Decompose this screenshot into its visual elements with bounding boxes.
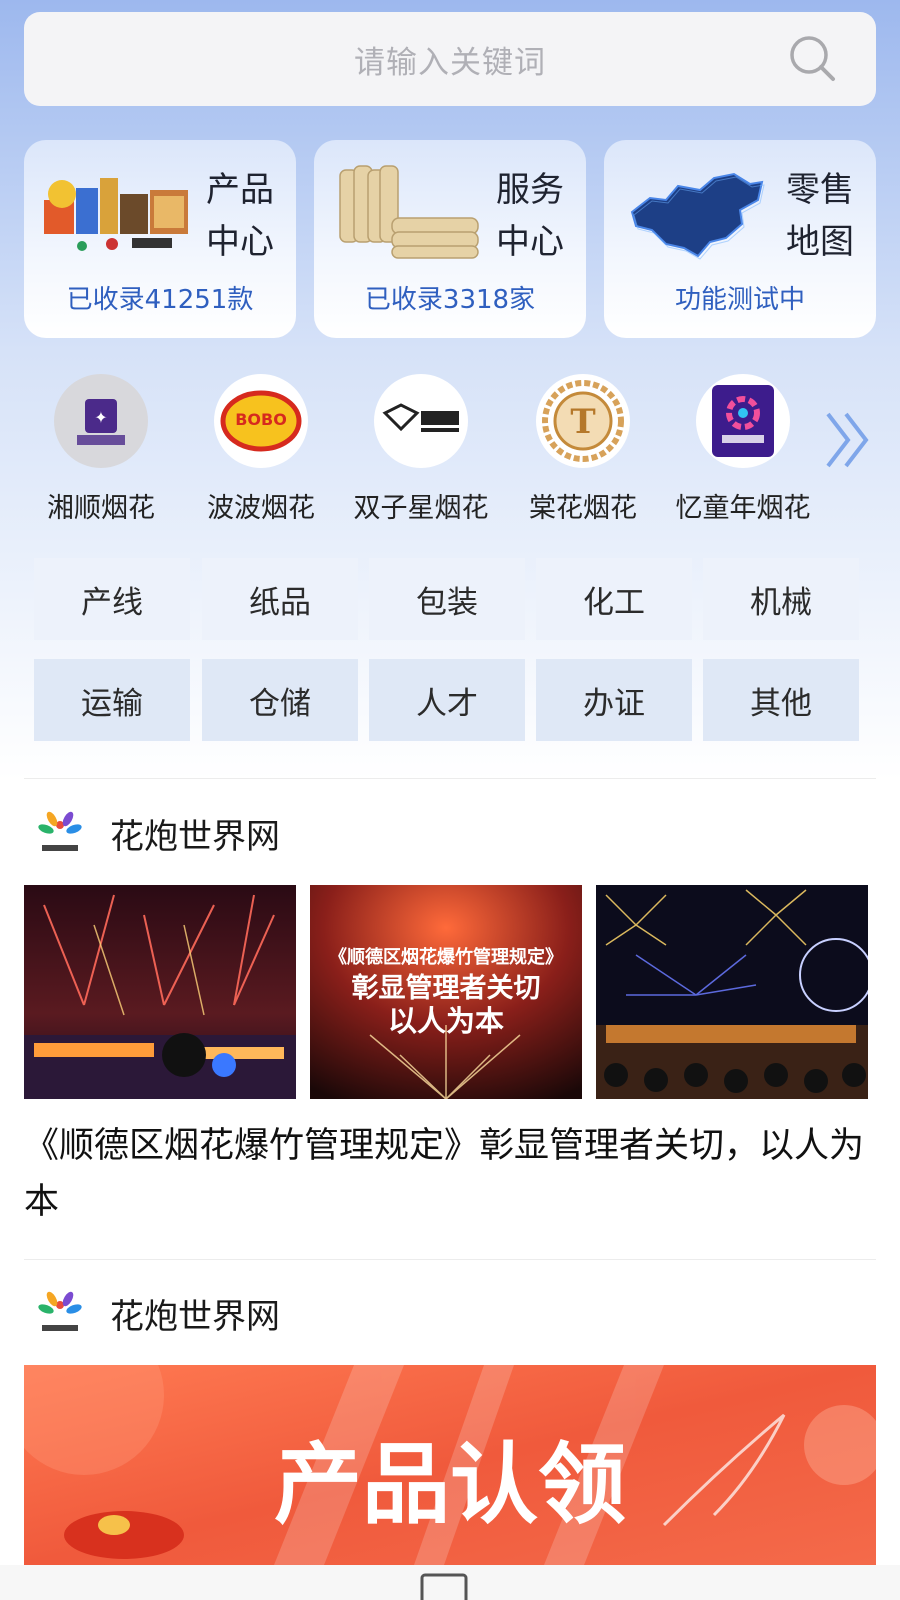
brand-item-xiangshun[interactable]: ✦ 湘顺烟花 [26,374,176,525]
category-license[interactable]: 办证 [536,659,692,741]
shuangzixing-logo [374,374,468,468]
china-map-icon [630,172,765,260]
menu-icon[interactable] [420,1573,470,1600]
svg-text:BOBO: BOBO [235,410,287,429]
bobo-logo: BOBO [214,374,308,468]
news-source[interactable]: 花炮世界网 [34,1285,280,1341]
image-overlay-line: 以人为本 [388,1004,504,1038]
svg-text:✦: ✦ [94,408,107,427]
huapao-world-logo [38,811,82,851]
category-talent[interactable]: 人才 [369,659,525,741]
product-claim-banner[interactable]: 产品认领 [24,1365,876,1565]
yitongnian-logo [696,374,790,468]
category-transport[interactable]: 运输 [34,659,190,741]
news-image-2[interactable]: 《顺德区烟花爆竹管理规定》 彰显管理者关切 以人为本 [310,885,582,1099]
news-image-3[interactable] [596,885,868,1099]
search-icon[interactable] [788,34,838,84]
xiangshun-logo: ✦ [54,374,148,468]
brand-item-yitongnian[interactable]: 忆童年烟花 [668,374,818,525]
category-packaging[interactable]: 包装 [369,558,525,640]
brand-label: 波波烟花 [207,493,315,524]
brand-item-bobo[interactable]: BOBO 波波烟花 [186,374,336,525]
source-name: 花炮世界网 [110,1296,280,1337]
news-headline[interactable]: 《顺德区烟花爆竹管理规定》彰显管理者关切，以人为本 [24,1118,876,1230]
image-overlay-line: 《顺德区烟花爆竹管理规定》 [329,946,563,968]
brand-label: 棠花烟花 [529,493,637,524]
card-status: 功能测试中 [674,285,805,315]
product-center-card[interactable]: 产品中心 已收录41251款 [24,140,296,338]
section-divider [24,1259,876,1260]
brand-label: 双子星烟花 [353,493,489,524]
category-paper[interactable]: 纸品 [202,558,358,640]
card-count: 已收录41251款 [66,285,254,315]
tanghua-logo: T [536,374,630,468]
brand-label: 忆童年烟花 [675,493,811,524]
huapao-world-logo [38,1291,82,1331]
section-divider [24,778,876,779]
card-title: 服务中心 [496,170,564,262]
category-other[interactable]: 其他 [703,659,859,741]
service-center-card[interactable]: 服务中心 已收录3318家 [314,140,586,338]
search-placeholder: 请输入关键词 [354,44,546,81]
brand-label: 湘顺烟花 [47,493,155,524]
banner-title: 产品认领 [274,1433,626,1536]
brand-item-shuangzixing[interactable]: 双子星烟花 [346,374,496,525]
image-overlay-line: 彰显管理者关切 [352,972,541,1004]
retail-map-card[interactable]: 零售地图 功能测试中 [604,140,876,338]
svg-text:T: T [570,402,595,442]
source-name: 花炮世界网 [110,816,280,857]
category-machinery[interactable]: 机械 [703,558,859,640]
category-storage[interactable]: 仓储 [202,659,358,741]
search-input[interactable]: 请输入关键词 [24,12,876,106]
card-title: 产品中心 [206,170,274,262]
chevron-double-right-icon[interactable] [822,408,874,472]
category-chemical[interactable]: 化工 [536,558,692,640]
fireworks-products-image [44,178,188,251]
news-source[interactable]: 花炮世界网 [34,805,280,861]
bottom-toolbar [0,1565,900,1600]
news-image-1[interactable] [24,885,296,1099]
card-title: 零售地图 [786,170,854,262]
category-production-line[interactable]: 产线 [34,558,190,640]
card-count: 已收录3318家 [364,285,536,315]
paper-tubes-image [339,165,479,259]
brand-item-tanghua[interactable]: T 棠花烟花 [508,374,658,525]
